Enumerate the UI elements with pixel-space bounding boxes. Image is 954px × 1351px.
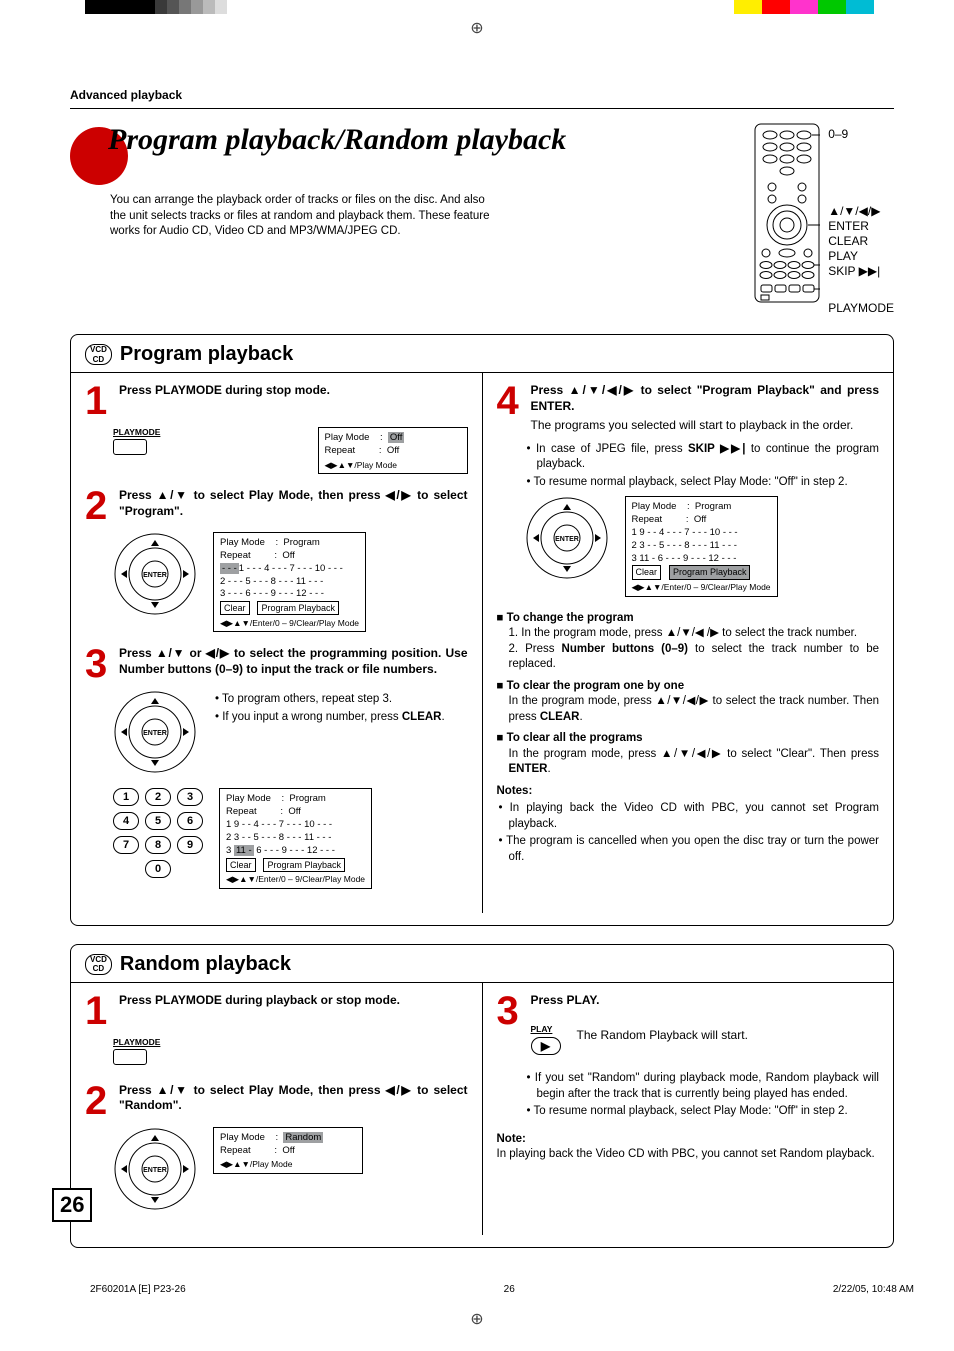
number-pad-figure: 123 456 789 0 — [113, 788, 203, 878]
change-program-heading: To change the program — [497, 611, 880, 627]
svg-text:ENTER: ENTER — [143, 572, 167, 579]
remote-label-play: PLAY — [828, 249, 894, 264]
enter-pad-icon: ENTER — [113, 532, 197, 616]
change-step1: 1. In the program mode, press ▲/▼/◀ /▶ t… — [497, 626, 880, 642]
step1-text: Press PLAYMODE during stop mode. — [119, 383, 468, 419]
random-bullet2: To resume normal playback, select Play M… — [525, 1104, 880, 1120]
intro-text: You can arrange the playback order of tr… — [110, 193, 490, 240]
remote-diagram: 0–9 ▲/▼/◀/▶ ENTER CLEAR PLAY SKIP ▶▶| PL… — [754, 123, 894, 316]
page-title: Program playback/Random playback — [88, 123, 734, 157]
step-number: 3 — [497, 993, 525, 1056]
playmode-button-figure: PLAYMODE — [113, 1037, 468, 1065]
svg-text:ENTER: ENTER — [143, 730, 167, 737]
step-number: 3 — [85, 646, 113, 682]
step-number: 1 — [85, 383, 113, 419]
osd-step1: Play Mode : Off Repeat : Off ◀▶▲▼/Play M… — [318, 427, 468, 474]
footer-right: 2/22/05, 10:48 AM — [833, 1284, 914, 1295]
note-text: In playing back the Video CD with PBC, y… — [497, 1147, 880, 1163]
step2-text: Press ▲/▼ to select Play Mode, then pres… — [119, 488, 468, 524]
clear-one-text: In the program mode, press ▲/▼/◀/▶ to se… — [497, 694, 880, 725]
play-button-figure: PLAY ▶ — [531, 1024, 561, 1055]
remote-label-numbers: 0–9 — [828, 127, 894, 142]
svg-text:ENTER: ENTER — [555, 536, 579, 543]
notes-heading: Notes: — [497, 784, 880, 800]
step-number: 2 — [85, 1083, 113, 1119]
step-number: 1 — [85, 993, 113, 1029]
step4-sub: The programs you selected will start to … — [531, 418, 880, 434]
footer-left: 2F60201A [E] P23-26 — [90, 1284, 186, 1295]
note-item: The program is cancelled when you open t… — [497, 834, 880, 865]
random-bullet1: If you set "Random" during playback mode… — [525, 1071, 880, 1102]
random-playback-panel: VCDCD Random playback 1 Press PLAYMODE d… — [70, 944, 894, 1248]
panel-heading: Random playback — [120, 953, 291, 976]
note-item: In playing back the Video CD with PBC, y… — [497, 801, 880, 832]
remote-label-skip: SKIP ▶▶| — [828, 264, 894, 279]
note-heading: Note: — [497, 1132, 880, 1148]
step-number: 2 — [85, 488, 113, 524]
step3-bullet2: If you input a wrong number, press CLEAR… — [213, 710, 468, 726]
page-number: 26 — [52, 1188, 92, 1222]
playmode-button-figure: PLAYMODE — [113, 427, 160, 455]
program-playback-panel: VCDCD Program playback 1 Press PLAYMODE … — [70, 334, 894, 926]
osd-step2: Play Mode : Program Repeat : Off - - -1 … — [213, 532, 366, 632]
crop-mark-icon: ⊕ — [0, 18, 954, 38]
r-step1-text: Press PLAYMODE during playback or stop m… — [119, 993, 468, 1029]
step4-text: Press ▲/▼/◀/▶ to select "Program Playbac… — [531, 383, 880, 414]
r-step2-text: Press ▲/▼ to select Play Mode, then pres… — [119, 1083, 468, 1119]
remote-icon — [754, 123, 820, 303]
step4-bullet2: To resume normal playback, select Play M… — [525, 475, 880, 491]
disc-badge: VCDCD — [85, 954, 112, 975]
section-header: Advanced playback — [70, 88, 894, 102]
step3-text: Press ▲/▼ or ◀/▶ to select the programmi… — [119, 646, 468, 682]
step-number: 4 — [497, 383, 525, 434]
remote-label-arrows: ▲/▼/◀/▶ — [828, 204, 894, 219]
print-footer: 2F60201A [E] P23-26 26 2/22/05, 10:48 AM — [0, 1268, 954, 1305]
divider — [70, 108, 894, 109]
r-step3-sub: The Random Playback will start. — [577, 1028, 880, 1044]
enter-pad-icon: ENTER — [113, 1127, 197, 1211]
clear-all-text: In the program mode, press ▲/▼/◀/▶ to se… — [497, 747, 880, 778]
change-step2: 2. Press Number buttons (0–9) to select … — [497, 642, 880, 673]
clear-one-heading: To clear the program one by one — [497, 679, 880, 695]
remote-label-enter: ENTER — [828, 219, 894, 234]
osd-step3: Play Mode : Program Repeat : Off 1 9 - -… — [219, 788, 372, 888]
remote-label-clear: CLEAR — [828, 234, 894, 249]
disc-badge: VCDCD — [85, 344, 112, 365]
step4-bullet1: In case of JPEG file, press SKIP ▶▶| to … — [525, 442, 880, 473]
panel-heading: Program playback — [120, 343, 293, 366]
remote-label-playmode: PLAYMODE — [828, 301, 894, 316]
clear-all-heading: To clear all the programs — [497, 731, 880, 747]
r-step3-text: Press PLAY. — [531, 993, 880, 1009]
osd-step4: Play Mode : Program Repeat : Off 1 9 - -… — [625, 496, 778, 596]
enter-pad-icon: ENTER — [525, 496, 609, 580]
osd-random: Play Mode : Random Repeat : Off ◀▶▲▼/Pla… — [213, 1127, 363, 1174]
svg-text:ENTER: ENTER — [143, 1167, 167, 1174]
registration-bars — [0, 0, 954, 14]
step3-bullet1: To program others, repeat step 3. — [213, 692, 468, 708]
enter-pad-icon: ENTER — [113, 690, 197, 774]
footer-center: 26 — [504, 1284, 515, 1295]
crop-mark-icon: ⊕ — [0, 1309, 954, 1329]
